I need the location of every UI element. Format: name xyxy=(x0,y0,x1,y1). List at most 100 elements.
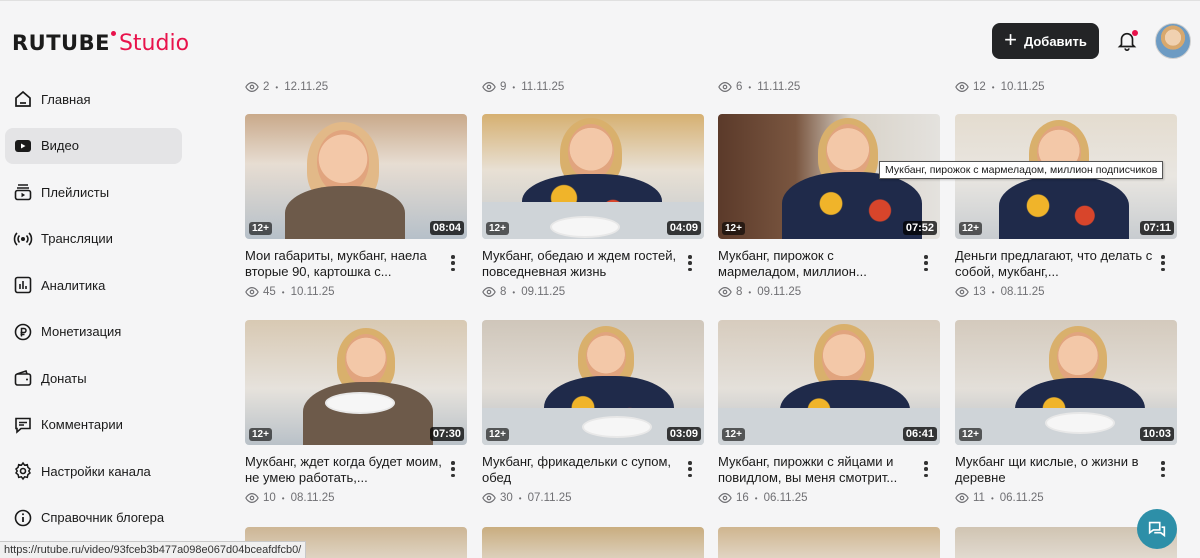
video-thumbnail[interactable]: 12+ 07:30 xyxy=(245,320,467,445)
eye-icon xyxy=(245,493,259,503)
publish-date: 08.11.25 xyxy=(1000,286,1045,298)
sidebar-item-blogger-guide[interactable]: Справочник блогера xyxy=(5,500,182,536)
more-options-icon[interactable] xyxy=(451,461,455,477)
more-options-icon[interactable] xyxy=(1161,255,1165,271)
publish-date: 08.11.25 xyxy=(290,492,335,504)
avatar[interactable] xyxy=(1155,23,1191,59)
video-card[interactable]: 12+ 07:30 Мукбанг, ждет когда будет моим… xyxy=(245,320,467,505)
sidebar-item-playlists[interactable]: Плейлисты xyxy=(5,174,182,210)
more-options-icon[interactable] xyxy=(688,461,692,477)
sidebar-item-home[interactable]: Главная xyxy=(5,81,182,117)
sidebar-item-label: Главная xyxy=(41,91,91,107)
sidebar-item-monetization[interactable]: Монетизация xyxy=(5,314,182,350)
eye-icon xyxy=(718,82,732,92)
rutube-studio-logo[interactable]: RUTUBE Studio xyxy=(12,31,189,57)
sidebar-item-video[interactable]: Видео xyxy=(5,127,182,164)
browser-status-url: https://rutube.ru/video/93fceb3b477a098e… xyxy=(0,541,307,558)
eye-icon xyxy=(245,287,259,297)
age-rating-badge: 12+ xyxy=(486,222,509,235)
person-face xyxy=(586,332,626,382)
video-title[interactable]: Мукбанг, пирожок с мармеладом, миллион..… xyxy=(718,248,940,280)
eye-icon xyxy=(718,287,732,297)
video-title[interactable]: Деньги предлагают, что делать с собой, м… xyxy=(955,248,1177,280)
views-count: 2 xyxy=(263,81,270,93)
views-count: 8 xyxy=(500,286,507,298)
age-rating-badge: 12+ xyxy=(249,428,272,441)
publish-date: 07.11.25 xyxy=(527,492,572,504)
sidebar: Главная Видео Плейлисты Трансляции Анали… xyxy=(5,81,182,546)
video-card[interactable]: 12+ 10:03 Мукбанг щи кислые, о жизни в д… xyxy=(955,320,1177,505)
views-count: 13 xyxy=(973,286,986,298)
views-count: 16 xyxy=(736,492,749,504)
eye-icon xyxy=(482,82,496,92)
views-count: 10 xyxy=(263,492,276,504)
video-card[interactable]: 12+ 07:52 Мукбанг, пирожок с мармеладом,… xyxy=(718,114,940,299)
sidebar-item-broadcasts[interactable]: Трансляции xyxy=(5,221,182,257)
sidebar-item-label: Монетизация xyxy=(41,324,122,339)
video-card[interactable]: 12+ 04:09 Мукбанг, обедаю и ждем гостей,… xyxy=(482,114,704,299)
duration-badge: 07:52 xyxy=(902,221,937,235)
person-face xyxy=(568,124,614,180)
more-options-icon[interactable] xyxy=(924,255,928,271)
person-face xyxy=(1057,332,1099,384)
video-card[interactable]: 12+ 03:09 Мукбанг, фрикадельки с супом, … xyxy=(482,320,704,505)
help-icon xyxy=(14,509,32,526)
wallet-icon xyxy=(14,369,32,386)
home-icon xyxy=(15,90,31,107)
age-rating-badge: 12+ xyxy=(249,222,272,235)
more-options-icon[interactable] xyxy=(924,461,928,477)
notifications-bell-icon[interactable] xyxy=(1116,30,1138,52)
more-options-icon[interactable] xyxy=(1161,461,1165,477)
plus-icon: + xyxy=(1004,27,1017,52)
logo-text: RUTUBE xyxy=(12,31,110,55)
video-title[interactable]: Мои габариты, мукбанг, наела вторые 90, … xyxy=(245,248,467,280)
header-actions: + Добавить xyxy=(992,23,1200,59)
video-thumbnail[interactable]: 12+ 06:41 xyxy=(718,320,940,445)
video-title[interactable]: Мукбанг, обедаю и ждем гостей, повседнев… xyxy=(482,248,704,280)
video-card[interactable]: 12+ 07:11 Деньги предлагают, что делать … xyxy=(955,114,1177,299)
sidebar-item-label: Справочник блогера xyxy=(41,510,165,525)
video-meta: 8 • 09.11.25 xyxy=(718,285,940,299)
video-title[interactable]: Мукбанг, ждет когда будет моим, не умею … xyxy=(245,454,467,486)
sidebar-item-analytics[interactable]: Аналитика xyxy=(5,267,182,303)
video-meta: 2 • 12.11.25 xyxy=(245,80,328,94)
add-button[interactable]: + Добавить xyxy=(992,23,1099,59)
sidebar-item-label: Донаты xyxy=(41,370,87,386)
video-thumbnail[interactable]: 12+ 08:04 xyxy=(245,114,467,239)
publish-date: 10.11.25 xyxy=(290,286,335,298)
video-thumbnail[interactable]: 12+ 10:03 xyxy=(955,320,1177,445)
sidebar-item-donations[interactable]: Донаты xyxy=(5,360,182,396)
views-count: 11 xyxy=(973,492,985,504)
more-options-icon[interactable] xyxy=(688,255,692,271)
comment-icon xyxy=(15,417,31,434)
video-meta: 13 • 08.11.25 xyxy=(955,285,1177,299)
sidebar-item-comments[interactable]: Комментарии xyxy=(5,407,182,443)
video-meta: 9 • 11.11.25 xyxy=(482,80,564,94)
video-icon xyxy=(15,139,31,152)
video-card[interactable]: 12+ 08:04 Мои габариты, мукбанг, наела в… xyxy=(245,114,467,299)
sidebar-item-channel-settings[interactable]: Настройки канала xyxy=(5,453,182,489)
age-rating-badge: 12+ xyxy=(486,428,509,441)
duration-badge: 10:03 xyxy=(1139,427,1174,441)
video-thumbnail[interactable]: 12+ 03:09 xyxy=(482,320,704,445)
video-title[interactable]: Мукбанг, пирожки с яйцами и повидлом, вы… xyxy=(718,454,940,486)
video-title[interactable]: Мукбанг, фрикадельки с супом, обед xyxy=(482,454,704,486)
video-card[interactable]: 12+ 06:41 Мукбанг, пирожки с яйцами и по… xyxy=(718,320,940,505)
video-thumbnail[interactable]: 12+ 04:09 xyxy=(482,114,704,239)
publish-date: 06.11.25 xyxy=(999,492,1044,504)
gear-icon xyxy=(15,461,31,481)
duration-badge: 04:09 xyxy=(666,221,701,235)
support-chat-button[interactable] xyxy=(1137,509,1177,549)
video-title[interactable]: Мукбанг щи кислые, о жизни в деревне xyxy=(955,454,1177,486)
views-count: 30 xyxy=(500,492,513,504)
sidebar-item-label: Видео xyxy=(41,138,79,153)
age-rating-badge: 12+ xyxy=(722,222,745,235)
video-thumbnail[interactable] xyxy=(482,527,704,558)
person-face xyxy=(345,334,387,386)
sidebar-item-label: Аналитика xyxy=(41,277,106,293)
publish-date: 06.11.25 xyxy=(763,492,808,504)
video-meta: 10 • 08.11.25 xyxy=(245,491,467,505)
more-options-icon[interactable] xyxy=(451,255,455,271)
eye-icon xyxy=(955,493,969,503)
video-thumbnail[interactable] xyxy=(718,527,940,558)
